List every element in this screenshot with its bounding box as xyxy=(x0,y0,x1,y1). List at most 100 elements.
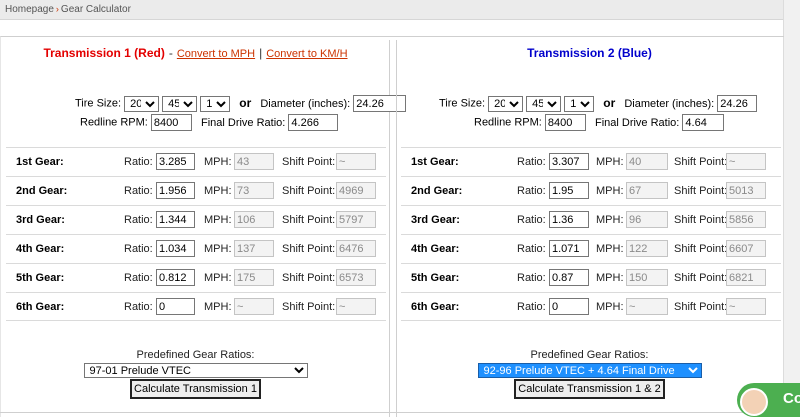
or-label: or xyxy=(603,95,616,110)
or-label: or xyxy=(239,95,252,110)
gear-name: 1st Gear: xyxy=(411,156,459,168)
transmission-1-panel: Transmission 1 (Red) - Convert to MPH | Conv… xyxy=(2,40,407,417)
mph-output xyxy=(234,298,274,315)
shift-point-output xyxy=(726,269,766,286)
mph-label: MPH: xyxy=(204,272,232,284)
chat-label: Co xyxy=(783,390,800,407)
tire-width-select[interactable]: 205 xyxy=(124,95,160,112)
ratio-input[interactable] xyxy=(549,269,589,286)
mph-label: MPH: xyxy=(204,156,232,168)
shift-point-output xyxy=(726,211,766,228)
mph-label: MPH: xyxy=(596,272,624,284)
live-chat-widget[interactable]: Co xyxy=(737,383,800,417)
gear-row-4: 4th Gear: Ratio: MPH: Shift Point: xyxy=(401,234,781,263)
shift-point-output xyxy=(336,182,376,199)
gear-row-3: 3rd Gear: Ratio: MPH: Shift Point: xyxy=(401,205,781,234)
ratio-input[interactable] xyxy=(156,269,195,286)
ratio-input[interactable] xyxy=(156,211,195,228)
mph-output xyxy=(626,153,668,170)
mph-label: MPH: xyxy=(596,301,624,313)
ratio-input[interactable] xyxy=(549,153,589,170)
ratio-label: Ratio: xyxy=(124,301,153,313)
final-drive-input[interactable] xyxy=(288,114,339,131)
mph-output xyxy=(626,211,668,228)
shift-point-label: Shift Point: xyxy=(282,185,336,197)
ratio-input[interactable] xyxy=(156,298,195,315)
breadcrumb-current: Gear Calculator xyxy=(60,4,131,15)
diameter-input[interactable] xyxy=(717,95,758,112)
gear-name: 3rd Gear: xyxy=(411,214,460,226)
mph-output xyxy=(234,211,274,228)
mph-label: MPH: xyxy=(596,156,624,168)
ratio-input[interactable] xyxy=(549,240,589,257)
mph-output xyxy=(626,240,668,257)
tire-width-select[interactable]: 205 xyxy=(488,95,524,112)
final-drive-label: Final Drive Ratio: xyxy=(200,116,286,129)
shift-point-output xyxy=(726,240,766,257)
calculate-transmission-1-and-2-button[interactable]: Calculate Transmission 1 & 2 xyxy=(514,379,665,399)
predefined-ratios-select[interactable]: 97-01 Prelude VTEC xyxy=(83,363,308,378)
final-drive-input[interactable] xyxy=(682,114,725,131)
gear-row-5: 5th Gear: Ratio: MPH: Shift Point: xyxy=(6,263,386,292)
ratio-label: Ratio: xyxy=(124,156,153,168)
convert-to-kmh-link[interactable]: Convert to KM/H xyxy=(266,48,347,60)
redline-input[interactable] xyxy=(150,114,192,131)
tire-aspect-select[interactable]: 45 xyxy=(526,95,562,112)
tire-rim-select[interactable]: 17 xyxy=(564,95,595,112)
mph-output xyxy=(626,182,668,199)
tire-aspect-select[interactable]: 45 xyxy=(162,95,198,112)
page-scrollbar[interactable] xyxy=(783,0,800,417)
transmission-2-title: Transmission 2 (Blue) xyxy=(527,46,652,60)
ratio-input[interactable] xyxy=(156,182,195,199)
mph-output xyxy=(234,240,274,257)
breadcrumb-separator: › xyxy=(55,4,59,14)
tire-rim-select[interactable]: 17 xyxy=(200,95,231,112)
shift-point-output xyxy=(336,298,376,315)
transmission-1-title: Transmission 1 (Red) xyxy=(43,46,165,60)
gear-row-2: 2nd Gear: Ratio: MPH: Shift Point: xyxy=(6,176,386,205)
breadcrumb: Homepage › Gear Calculator xyxy=(0,0,783,20)
shift-point-output xyxy=(726,298,766,315)
mph-output xyxy=(234,153,274,170)
title-pipe: | xyxy=(259,46,263,60)
ratio-input[interactable] xyxy=(549,211,589,228)
shift-point-label: Shift Point: xyxy=(674,243,728,255)
predefined-ratios-label: Predefined Gear Ratios: xyxy=(530,349,649,361)
mph-output xyxy=(234,182,274,199)
mph-label: MPH: xyxy=(204,185,232,197)
gear-row-1: 1st Gear: Ratio: MPH: Shift Point: xyxy=(401,147,781,176)
tire-size-label: Tire Size: xyxy=(439,97,486,110)
diameter-label: Diameter (inches): xyxy=(624,97,715,110)
shift-point-label: Shift Point: xyxy=(282,243,336,255)
breadcrumb-home-link[interactable]: Homepage xyxy=(5,4,54,15)
shift-point-output xyxy=(726,182,766,199)
ratio-input[interactable] xyxy=(549,182,589,199)
gear-name: 3rd Gear: xyxy=(16,214,65,226)
gear-name: 6th Gear: xyxy=(411,301,460,313)
ratio-input[interactable] xyxy=(549,298,589,315)
gear-name: 5th Gear: xyxy=(16,272,65,284)
tire-size-row: Tire Size: 205 45 17 or Diameter (inches… xyxy=(439,95,758,112)
ratio-input[interactable] xyxy=(156,153,195,170)
shift-point-label: Shift Point: xyxy=(282,301,336,313)
redline-label: Redline RPM: xyxy=(80,116,148,129)
mph-label: MPH: xyxy=(596,243,624,255)
mph-label: MPH: xyxy=(596,185,624,197)
convert-to-mph-link[interactable]: Convert to MPH xyxy=(177,48,255,60)
shift-point-label: Shift Point: xyxy=(674,301,728,313)
predefined-ratios-select[interactable]: 92-96 Prelude VTEC + 4.64 Final Drive xyxy=(477,363,702,378)
gear-row-1: 1st Gear: Ratio: MPH: Shift Point: xyxy=(6,147,386,176)
mph-label: MPH: xyxy=(204,243,232,255)
transmission-2-header: Transmission 2 (Blue) xyxy=(397,46,782,60)
transmission-2-panel: Transmission 2 (Blue) Tire Size: 205 45 … xyxy=(396,40,782,417)
redline-input[interactable] xyxy=(544,114,586,131)
shift-point-output xyxy=(336,153,376,170)
gear-row-6: 6th Gear: Ratio: MPH: Shift Point: xyxy=(401,292,781,321)
ratio-input[interactable] xyxy=(156,240,195,257)
gear-name: 2nd Gear: xyxy=(16,185,68,197)
shift-point-label: Shift Point: xyxy=(674,214,728,226)
gear-name: 2nd Gear: xyxy=(411,185,463,197)
calculate-transmission-1-button[interactable]: Calculate Transmission 1 xyxy=(130,379,261,399)
tire-size-row: Tire Size: 205 45 17 or Diameter (inches… xyxy=(75,95,407,112)
chat-avatar-icon xyxy=(740,388,768,416)
